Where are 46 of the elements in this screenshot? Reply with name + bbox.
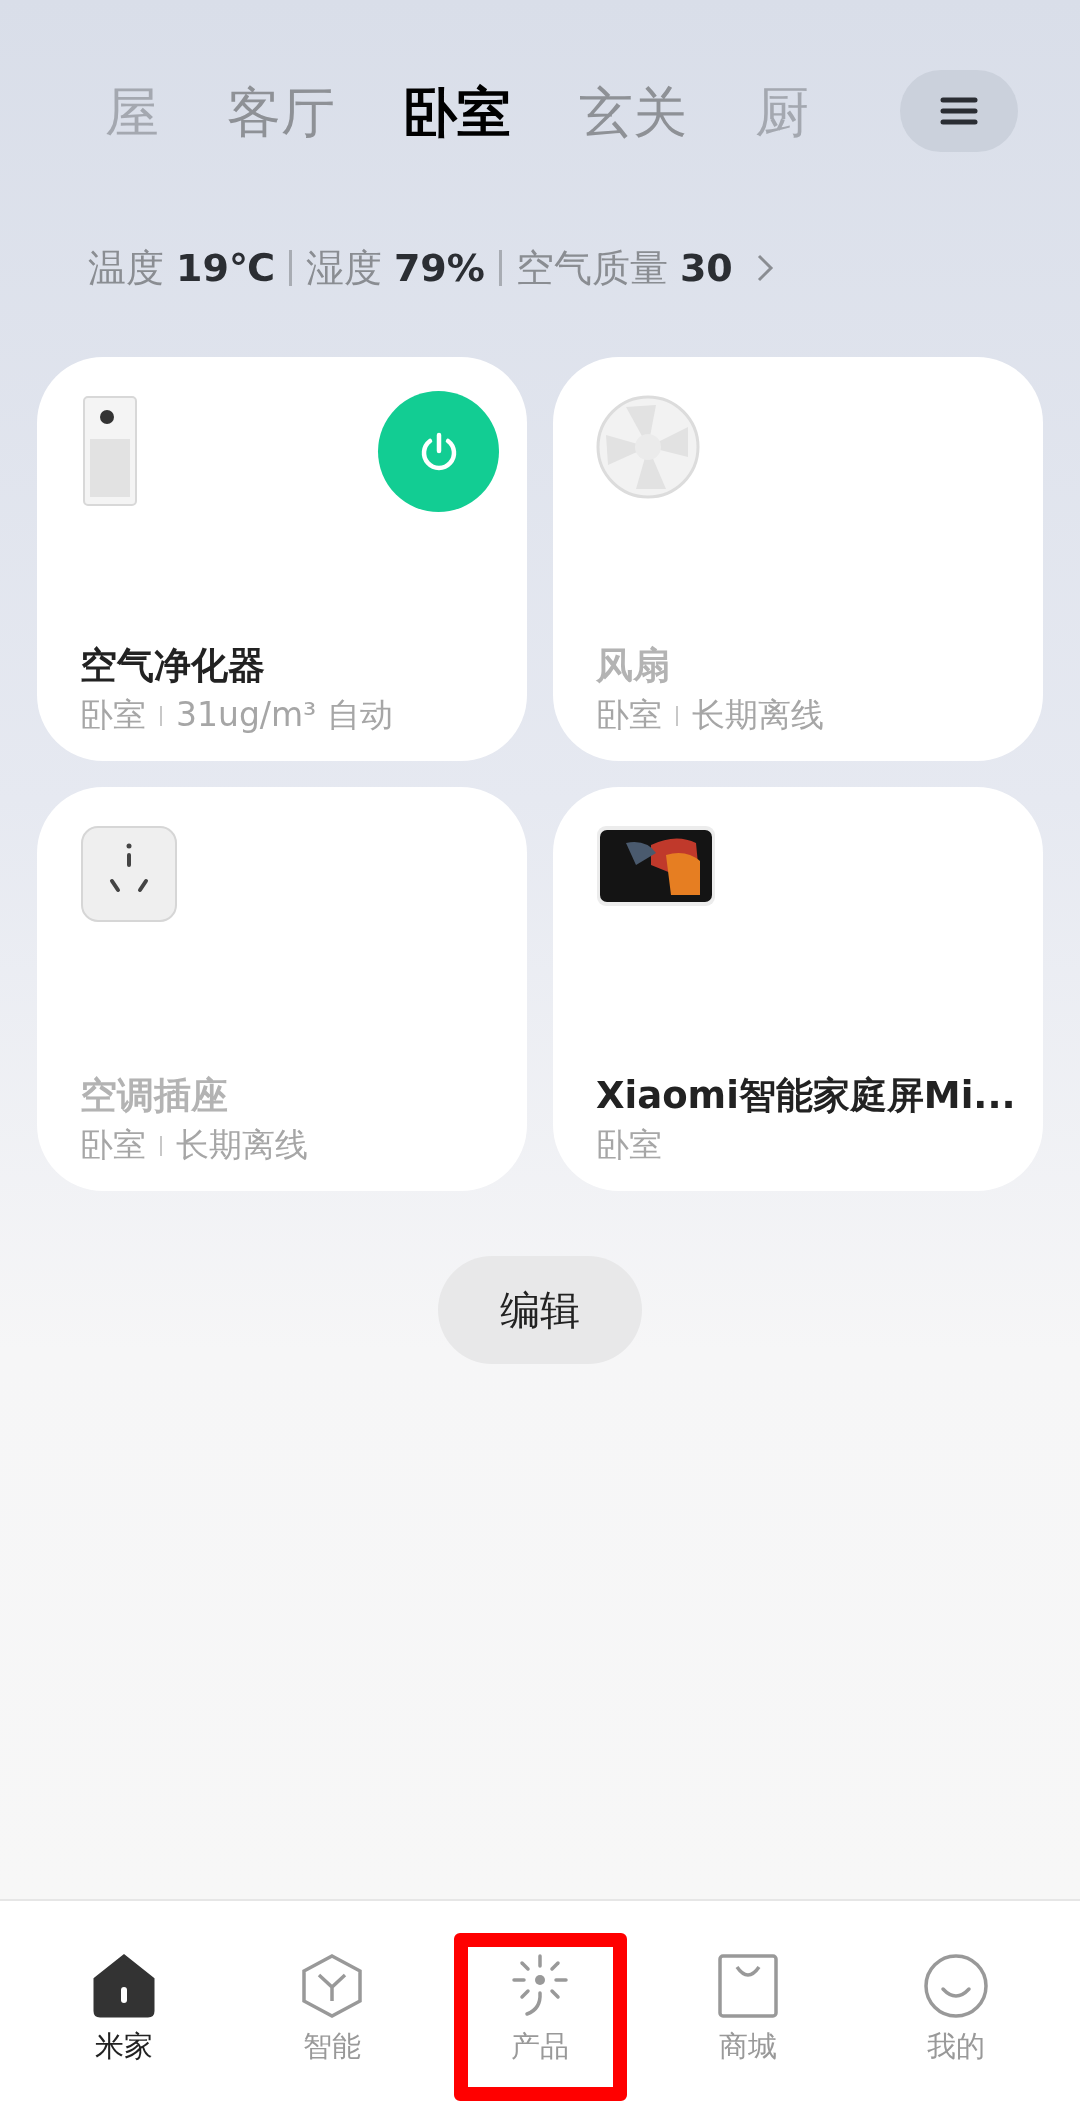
nav-tab[interactable]: 智能 <box>257 1901 407 2108</box>
nav-tab[interactable]: 产品 <box>465 1901 615 2108</box>
device-room: 卧室 <box>80 694 146 736</box>
device-name: 空调插座 <box>80 1073 229 1119</box>
shopping-bag-icon <box>715 1953 781 2019</box>
room-tab[interactable]: 屋 <box>105 78 159 148</box>
room-tab[interactable]: 玄关 <box>579 78 687 148</box>
env-value: 30 <box>679 246 733 290</box>
nav-tab[interactable]: 我的 <box>881 1901 1031 2108</box>
env-label: 空气质量 <box>515 244 668 292</box>
nav-tab[interactable]: 商城 <box>673 1901 823 2108</box>
env-value: 19℃ <box>176 246 275 290</box>
env-label: 湿度 <box>305 244 382 292</box>
device-card[interactable]: 空调插座 卧室 长期离线 <box>37 787 527 1191</box>
divider-bar <box>160 705 162 726</box>
env-value: 79% <box>393 246 485 290</box>
device-card[interactable]: Xiaomi智能家庭屏Mi... 卧室 <box>553 787 1043 1191</box>
menu-icon <box>939 96 979 126</box>
room-tab[interactable]: 客厅 <box>227 78 335 148</box>
room-tab[interactable]: 卧室 <box>403 78 511 148</box>
room-tab[interactable]: 厨 <box>755 78 809 148</box>
hexagon-icon <box>299 1953 365 2019</box>
smiley-icon <box>923 1953 989 2019</box>
device-name: 风扇 <box>596 643 671 689</box>
env-label: 温度 <box>88 244 164 292</box>
divider-bar <box>160 1135 162 1156</box>
smart-display-icon <box>596 825 716 907</box>
device-card[interactable]: 风扇 卧室 长期离线 <box>553 357 1043 761</box>
socket-icon <box>80 825 178 923</box>
device-card[interactable]: 空气净化器 卧室 31ug/m³ 自动 <box>37 357 527 761</box>
device-status: 长期离线 <box>692 694 824 736</box>
device-status: 31ug/m³ 自动 <box>176 694 393 736</box>
device-name: Xiaomi智能家庭屏Mi... <box>596 1073 1017 1119</box>
air-purifier-icon <box>80 395 140 507</box>
device-room: 卧室 <box>596 1124 662 1166</box>
divider-bar <box>288 250 292 286</box>
home-icon <box>91 1953 157 2019</box>
edit-button[interactable]: 编辑 <box>438 1256 642 1364</box>
nav-tab[interactable]: 米家 <box>49 1901 199 2108</box>
divider-bar <box>676 705 678 726</box>
device-status: 长期离线 <box>176 1124 308 1166</box>
fan-icon <box>596 395 700 499</box>
device-room: 卧室 <box>596 694 662 736</box>
divider-bar <box>498 250 502 286</box>
device-room: 卧室 <box>80 1124 146 1166</box>
device-name: 空气净化器 <box>80 643 266 689</box>
